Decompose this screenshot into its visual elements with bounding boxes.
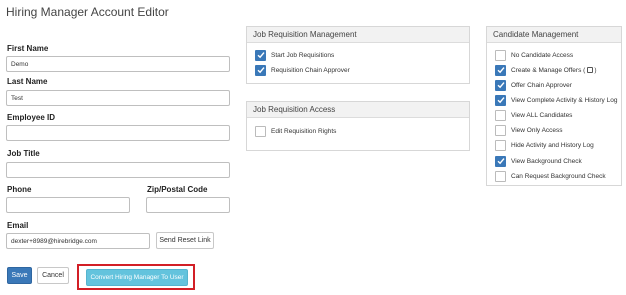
check-icon <box>257 52 265 59</box>
checkbox-item[interactable]: Can Request Background Check <box>495 170 606 182</box>
checkbox[interactable] <box>495 155 506 167</box>
candidate-management-panel: Candidate Management No Candidate Access… <box>486 26 622 186</box>
zip-label: Zip/Postal Code <box>147 185 208 194</box>
checkbox-item[interactable]: Hide Activity and History Log <box>495 139 594 151</box>
checkbox[interactable] <box>495 79 506 91</box>
checkbox-item[interactable]: No Candidate Access <box>495 49 573 61</box>
phone-field[interactable] <box>6 197 130 213</box>
checkbox-item[interactable]: Requisition Chain Approver <box>255 64 350 76</box>
checkbox-label: Hide Activity and History Log <box>511 141 594 149</box>
check-icon <box>257 67 265 74</box>
cancel-button[interactable]: Cancel <box>37 267 69 284</box>
checkbox-label: Requisition Chain Approver <box>271 66 350 74</box>
checkbox-label: Offer Chain Approver <box>511 81 572 89</box>
zip-field[interactable] <box>146 197 230 213</box>
checkbox[interactable] <box>495 49 506 61</box>
employee-id-field[interactable] <box>6 125 230 141</box>
email-label: Email <box>7 221 29 230</box>
checkbox[interactable] <box>495 139 506 151</box>
send-reset-link-button[interactable]: Send Reset Link <box>156 232 214 249</box>
checkbox-item[interactable]: View ALL Candidates <box>495 109 572 121</box>
checkbox-label: View Only Access <box>511 126 563 134</box>
checkbox-label: Can Request Background Check <box>511 172 606 180</box>
checkbox-label: No Candidate Access <box>511 51 574 59</box>
checkbox[interactable] <box>495 124 506 136</box>
first-name-label: First Name <box>7 44 49 53</box>
check-icon <box>497 82 505 89</box>
checkbox-label: View Complete Activity & History Log <box>511 96 618 104</box>
panel-title: Job Requisition Access <box>247 102 469 118</box>
page-title: Hiring Manager Account Editor <box>6 5 169 19</box>
checkbox[interactable] <box>255 64 266 76</box>
job-requisition-access-panel: Job Requisition Access Edit Requisition … <box>246 101 470 151</box>
convert-to-user-button[interactable]: Convert Hiring Manager To User <box>86 269 188 286</box>
checkbox-label: Start Job Requisitions <box>271 51 335 59</box>
checkbox-label: View Background Check <box>511 157 582 165</box>
checkbox-item[interactable]: Start Job Requisitions <box>255 49 334 61</box>
check-icon <box>497 158 505 165</box>
phone-label: Phone <box>7 185 32 194</box>
first-name-field[interactable] <box>6 56 230 72</box>
checkbox-label: View ALL Candidates <box>511 111 573 119</box>
checkbox-label: Edit Requisition Rights <box>271 127 337 135</box>
job-title-label: Job Title <box>7 149 40 158</box>
panel-title: Job Requisition Management <box>247 27 469 43</box>
lock-icon <box>587 66 594 73</box>
employee-id-label: Employee ID <box>7 113 56 122</box>
checkbox-label: Create & Manage Offers () <box>511 66 597 74</box>
last-name-field[interactable] <box>6 90 230 106</box>
checkbox[interactable] <box>495 64 506 76</box>
checkbox-item[interactable]: View Background Check <box>495 155 582 167</box>
save-button[interactable]: Save <box>7 267 32 284</box>
panel-title: Candidate Management <box>487 27 621 43</box>
check-icon <box>497 97 505 104</box>
checkbox-item[interactable]: View Complete Activity & History Log <box>495 94 617 106</box>
checkbox-item[interactable]: Offer Chain Approver <box>495 79 572 91</box>
email-field[interactable] <box>6 233 150 249</box>
job-requisition-management-panel: Job Requisition Management Start Job Req… <box>246 26 470 84</box>
checkbox-item[interactable]: Edit Requisition Rights <box>255 125 336 137</box>
check-icon <box>497 67 505 74</box>
checkbox[interactable] <box>255 125 266 137</box>
job-title-field[interactable] <box>6 162 230 178</box>
last-name-label: Last Name <box>7 77 48 86</box>
checkbox[interactable] <box>495 109 506 121</box>
checkbox-label-suffix: ) <box>594 66 597 74</box>
checkbox[interactable] <box>495 94 506 106</box>
checkbox-item[interactable]: Create & Manage Offers () <box>495 64 596 76</box>
checkbox-label-text: Create & Manage Offers ( <box>511 66 586 74</box>
checkbox[interactable] <box>495 170 506 182</box>
checkbox[interactable] <box>255 49 266 61</box>
checkbox-item[interactable]: View Only Access <box>495 124 563 136</box>
